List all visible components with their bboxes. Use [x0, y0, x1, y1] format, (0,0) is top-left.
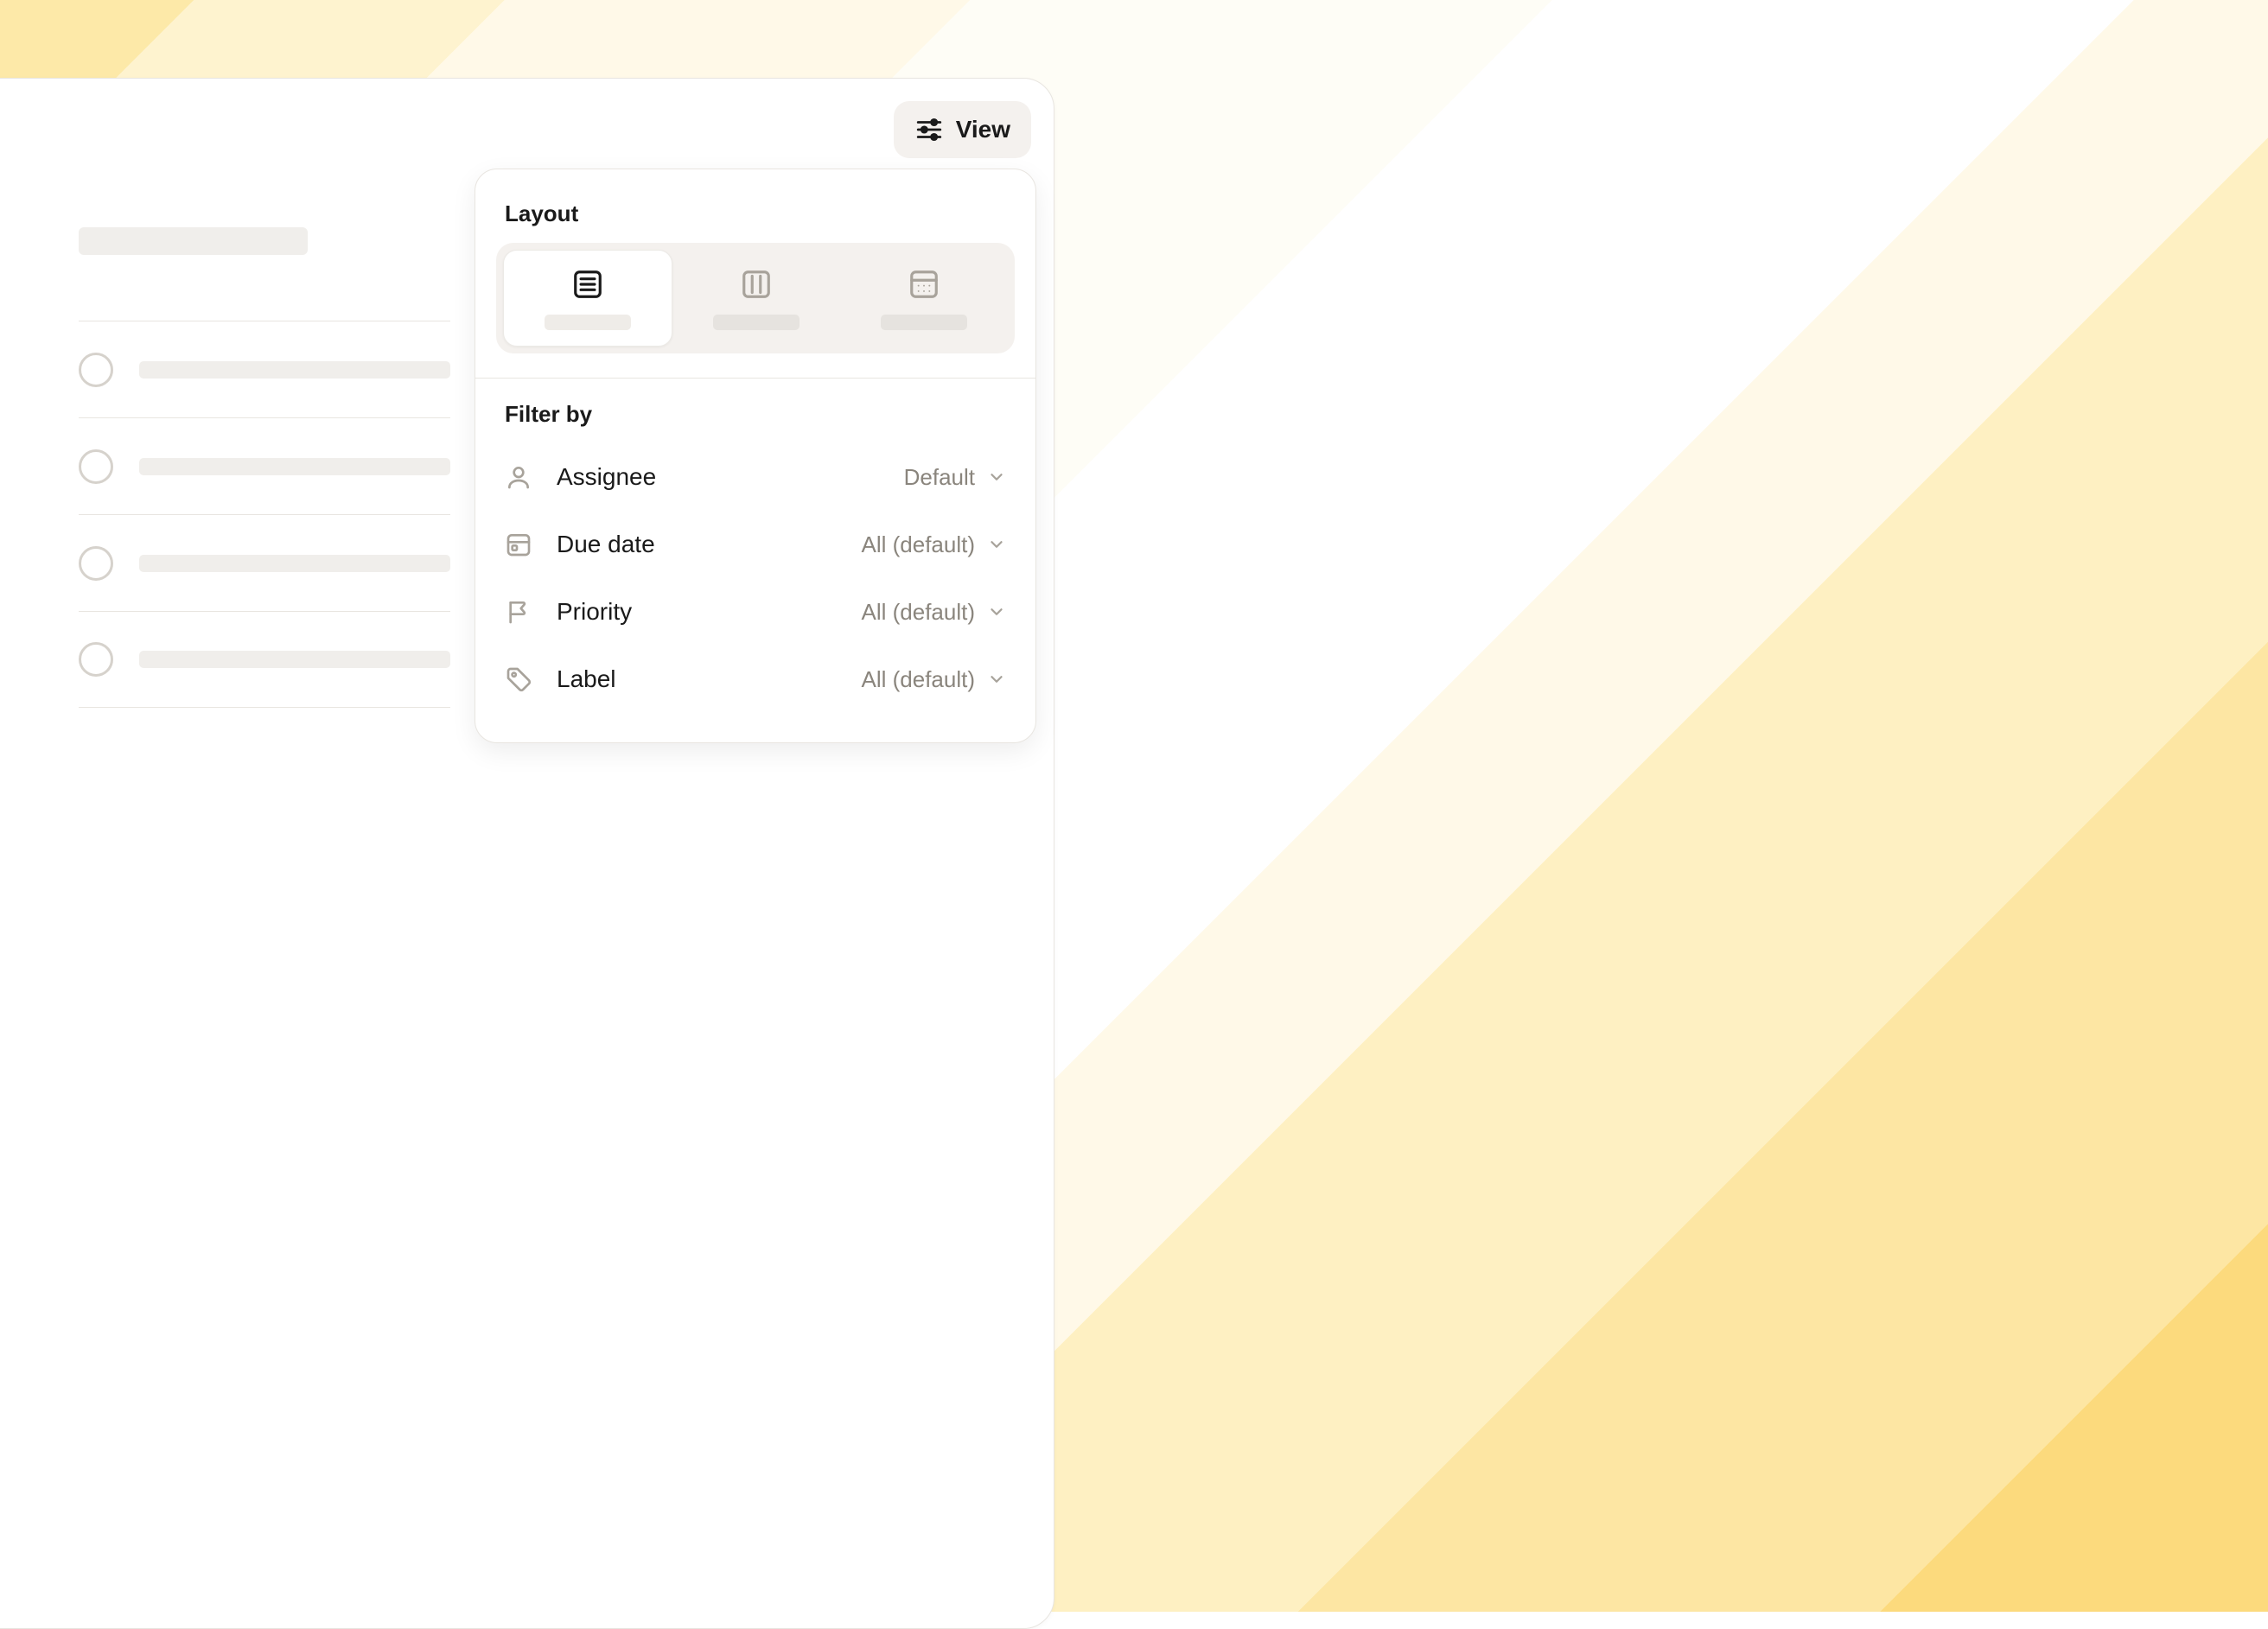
- layout-option-list[interactable]: [503, 250, 672, 347]
- view-button-label: View: [956, 116, 1010, 143]
- task-checkbox[interactable]: [79, 642, 113, 677]
- view-options-panel: Layout: [475, 169, 1036, 743]
- layout-option-label-placeholder: [881, 315, 967, 330]
- task-checkbox[interactable]: [79, 546, 113, 581]
- chevron-down-icon: [975, 670, 1006, 689]
- panel-divider: [475, 378, 1035, 379]
- filter-label: Priority: [546, 598, 862, 626]
- filter-row-label[interactable]: Label All (default): [475, 646, 1035, 713]
- task-list: [79, 227, 450, 708]
- filter-label: Label: [546, 665, 862, 693]
- filter-label: Due date: [546, 531, 862, 558]
- board-icon: [740, 268, 773, 301]
- filter-value: All (default): [862, 599, 976, 626]
- filter-section-label: Filter by: [475, 401, 1035, 443]
- filter-value: All (default): [862, 666, 976, 693]
- layout-section-label: Layout: [475, 200, 1035, 243]
- layout-option-label-placeholder: [545, 315, 631, 330]
- tag-icon: [505, 665, 546, 693]
- list-title-placeholder: [79, 227, 308, 255]
- layout-option-calendar[interactable]: [840, 250, 1008, 347]
- task-row[interactable]: [79, 611, 450, 708]
- task-checkbox[interactable]: [79, 449, 113, 484]
- person-icon: [505, 463, 546, 491]
- filter-row-due-date[interactable]: Due date All (default): [475, 511, 1035, 578]
- main-window: View Layout: [0, 78, 1054, 1629]
- chevron-down-icon: [975, 602, 1006, 621]
- task-text-placeholder: [139, 651, 450, 668]
- list-icon: [571, 268, 604, 301]
- filter-row-priority[interactable]: Priority All (default): [475, 578, 1035, 646]
- filter-row-assignee[interactable]: Assignee Default: [475, 443, 1035, 511]
- sliders-icon: [914, 115, 944, 144]
- task-text-placeholder: [139, 458, 450, 475]
- task-text-placeholder: [139, 361, 450, 379]
- filter-value: Default: [904, 464, 975, 491]
- task-text-placeholder: [139, 555, 450, 572]
- flag-icon: [505, 598, 546, 626]
- filter-label: Assignee: [546, 463, 904, 491]
- chevron-down-icon: [975, 468, 1006, 487]
- layout-option-board[interactable]: [672, 250, 840, 347]
- view-button[interactable]: View: [894, 101, 1031, 158]
- calendar-icon: [505, 531, 546, 558]
- layout-segmented-control: [496, 243, 1015, 353]
- task-row[interactable]: [79, 321, 450, 417]
- task-row[interactable]: [79, 417, 450, 514]
- task-checkbox[interactable]: [79, 353, 113, 387]
- layout-option-label-placeholder: [713, 315, 800, 330]
- task-row[interactable]: [79, 514, 450, 611]
- filter-value: All (default): [862, 531, 976, 558]
- chevron-down-icon: [975, 535, 1006, 554]
- calendar-grid-icon: [908, 268, 940, 301]
